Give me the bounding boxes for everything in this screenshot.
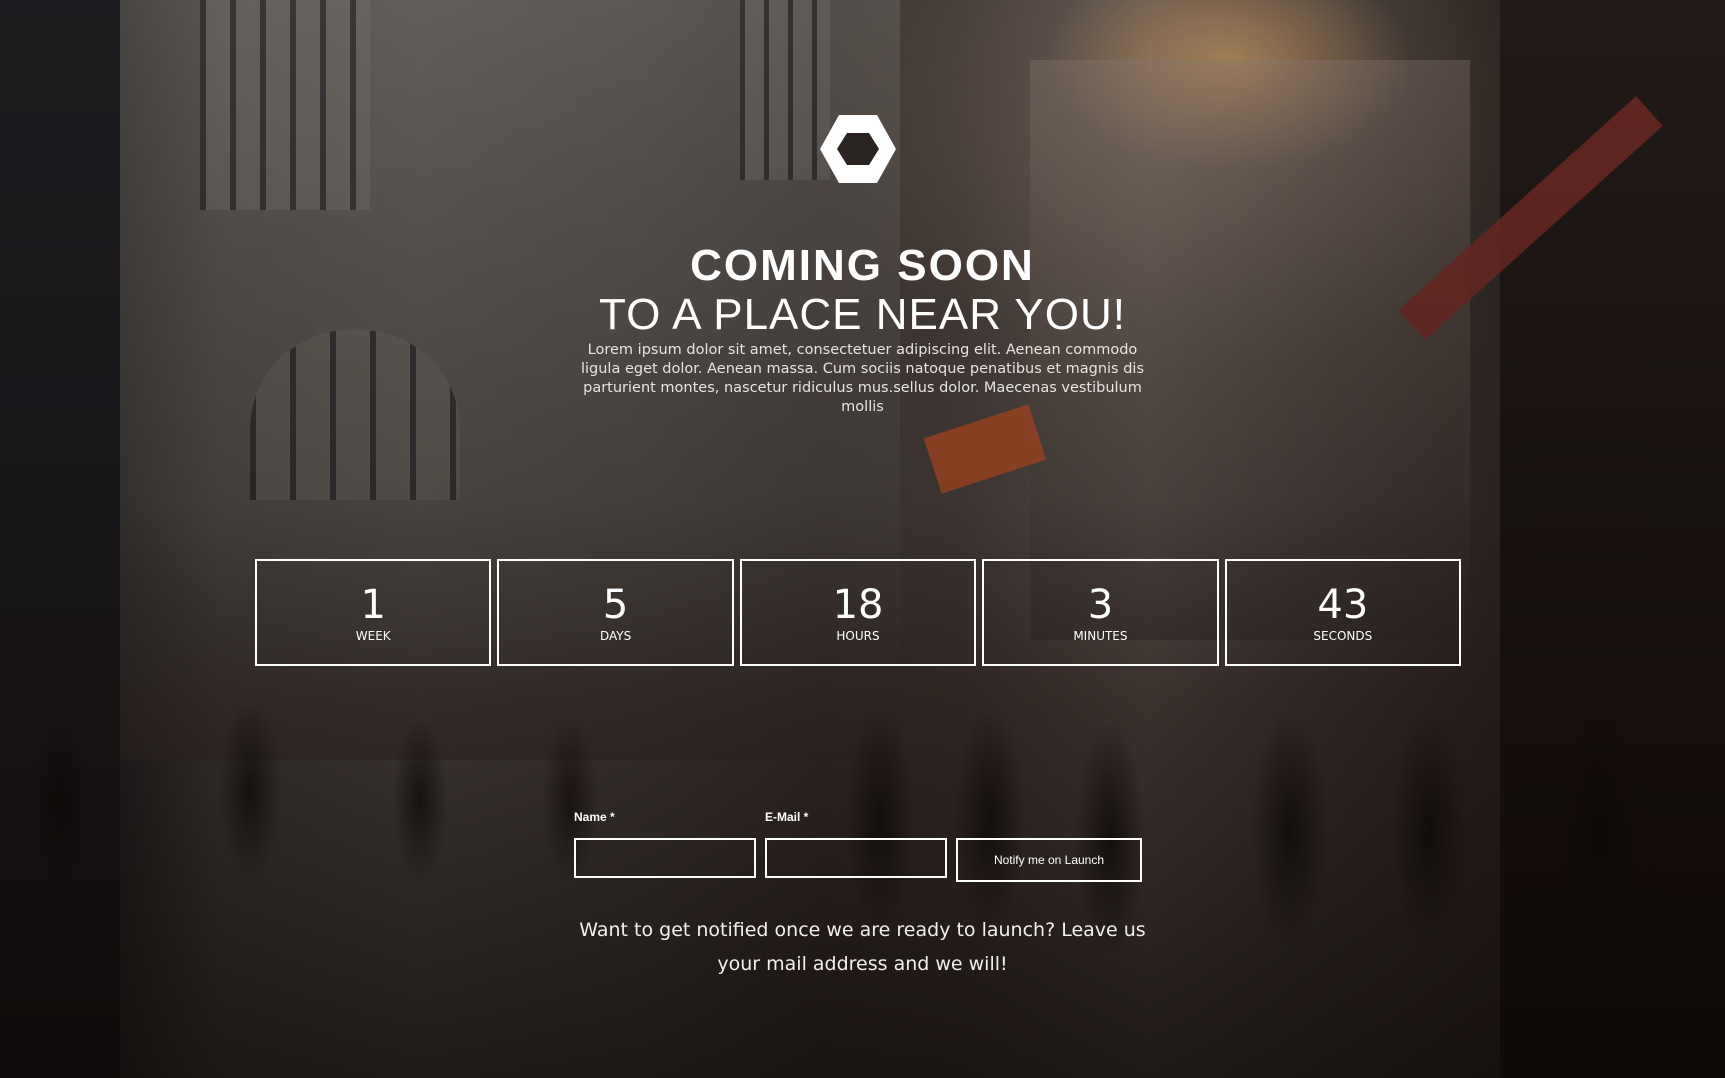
countdown-unit: MINUTES [1073, 628, 1128, 643]
countdown-days: 5 DAYS [497, 559, 734, 666]
email-field-group: E-Mail * [765, 810, 947, 878]
email-input[interactable] [765, 838, 947, 878]
countdown-value: 1 [360, 581, 386, 628]
countdown-value: 3 [1087, 581, 1114, 628]
countdown-value: 18 [832, 581, 884, 628]
email-label: E-Mail * [765, 810, 809, 824]
countdown-unit: HOURS [836, 628, 880, 643]
page-subtitle: TO A PLACE NEAR YOU! [598, 290, 1126, 339]
page-title: COMING SOON [690, 241, 1035, 290]
hexagon-logo-icon [820, 115, 896, 183]
countdown-unit: DAYS [599, 628, 632, 643]
countdown-timer: 1 WEEK 5 DAYS 18 HOURS 3 MINUTES 43 SECO… [255, 559, 1462, 666]
name-field-group: Name * [574, 810, 756, 878]
intro-paragraph: Lorem ipsum dolor sit amet, consectetuer… [580, 342, 1145, 415]
main-content: COMING SOON TO A PLACE NEAR YOU! Lorem i… [0, 0, 1725, 1078]
countdown-minutes: 3 MINUTES [982, 559, 1219, 666]
notify-message: Want to get notified once we are ready t… [579, 919, 1146, 975]
countdown-unit: WEEK [355, 628, 391, 643]
countdown-value: 43 [1317, 581, 1369, 628]
countdown-unit: SECONDS [1313, 628, 1373, 643]
notify-form: Name * E-Mail * Notify me on Launch [574, 810, 1142, 884]
countdown-value: 5 [602, 581, 629, 628]
countdown-weeks: 1 WEEK [255, 559, 492, 666]
notify-me-button[interactable]: Notify me on Launch [956, 838, 1142, 882]
name-label: Name * [574, 810, 615, 824]
countdown-seconds: 43 SECONDS [1224, 559, 1462, 666]
name-input[interactable] [574, 838, 756, 878]
coming-soon-page: COMING SOON TO A PLACE NEAR YOU! Lorem i… [0, 0, 1725, 1078]
countdown-hours: 18 HOURS [739, 559, 977, 666]
